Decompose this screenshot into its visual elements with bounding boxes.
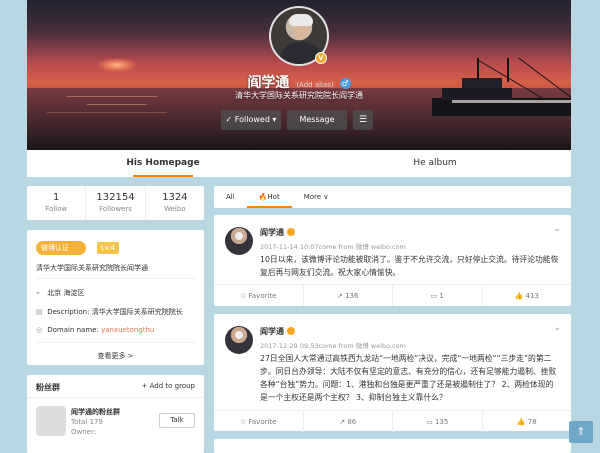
tab-his-homepage[interactable]: His Homepage bbox=[27, 150, 299, 177]
stat-follow[interactable]: 1 Follow bbox=[27, 186, 87, 220]
post-avatar[interactable] bbox=[225, 326, 253, 354]
filter-more[interactable]: More ∨ bbox=[292, 186, 341, 208]
profile-description: 清华大学国际关系研究院院长阎学通 bbox=[235, 91, 363, 100]
check-icon: ✓ bbox=[225, 115, 233, 124]
stat-label: Weibo bbox=[164, 205, 186, 213]
domain-label: Domain name: bbox=[47, 326, 99, 334]
cover-banner: V 阎学通 (Add alias) ♂ 清华大学国际关系研究院院长阎学通 ✓ F… bbox=[27, 0, 571, 150]
like-button[interactable]: 👍 413 bbox=[483, 285, 572, 306]
stat-label: Follow bbox=[45, 205, 68, 213]
post-meta: 2017-11-14 10:07come from 微博 weibo.com bbox=[260, 243, 406, 251]
verified-icon: V bbox=[315, 52, 327, 64]
group-avatar[interactable] bbox=[36, 406, 66, 436]
stat-weibo[interactable]: 1324 Weibo bbox=[146, 186, 204, 220]
verified-icon bbox=[287, 228, 295, 236]
info-card: 微博认证 Lv.4 清华大学国际关系研究院院长阎学通 ⌖ 北京 海淀区 ▤ De… bbox=[27, 230, 204, 365]
chevron-down-icon[interactable]: ⌄ bbox=[553, 323, 561, 333]
add-to-group-button[interactable]: + Add to group bbox=[142, 382, 195, 390]
post-meta: 2017-12-29 09:53come from 微博 weibo.com bbox=[260, 342, 406, 350]
stats-card: 1 Follow 132154 Followers 1324 Weibo bbox=[27, 186, 204, 220]
talk-button[interactable]: Talk bbox=[159, 413, 195, 428]
post-author[interactable]: 阎学通 bbox=[260, 227, 295, 238]
feed-filter-bar: All 🔥Hot More ∨ bbox=[214, 186, 571, 208]
location-icon: ⌖ bbox=[36, 289, 40, 297]
stat-value: 1324 bbox=[162, 192, 188, 203]
followed-label: Followed ▾ bbox=[234, 115, 277, 124]
group-total: Total 179 bbox=[71, 418, 103, 426]
menu-icon[interactable]: ☰ bbox=[353, 110, 373, 130]
add-alias-link[interactable]: (Add alias) bbox=[296, 81, 333, 89]
divider bbox=[36, 278, 196, 279]
divider bbox=[27, 397, 204, 398]
cover-sun bbox=[97, 58, 137, 72]
followed-button[interactable]: ✓ Followed ▾ bbox=[221, 110, 281, 130]
comment-button[interactable]: ▭ 135 bbox=[393, 411, 483, 432]
profile-tabs: His Homepage He album bbox=[27, 150, 571, 177]
profile-actions: ✓ Followed ▾ Message ☰ bbox=[221, 110, 373, 130]
post-avatar[interactable] bbox=[225, 227, 253, 255]
male-icon: ♂ bbox=[339, 78, 351, 89]
location-text: 北京 海淀区 bbox=[47, 289, 85, 297]
filter-all[interactable]: All bbox=[214, 186, 247, 208]
comment-button[interactable]: ▭ 1 bbox=[393, 285, 483, 306]
filter-hot-label: Hot bbox=[267, 193, 280, 201]
domain-row: ◎ Domain name: yanxuetongthu bbox=[36, 326, 154, 334]
domain-link[interactable]: yanxuetongthu bbox=[101, 326, 154, 334]
globe-icon: ◎ bbox=[36, 326, 43, 334]
stat-value: 132154 bbox=[96, 192, 135, 203]
group-owner: Owner: bbox=[71, 428, 97, 436]
message-button[interactable]: Message bbox=[287, 110, 347, 130]
verify-badge[interactable]: 微博认证 bbox=[36, 241, 86, 255]
weibo-post-partial bbox=[214, 439, 571, 453]
fans-group-card: 粉丝群 + Add to group 阎学通的粉丝群 Total 179 Own… bbox=[27, 375, 204, 453]
post-actions: ☆ Favorite ↗ 86 ▭ 135 👍 78 bbox=[214, 410, 571, 432]
post-actions: ☆ Favorite ↗ 136 ▭ 1 👍 413 bbox=[214, 284, 571, 306]
post-text: 10日以来，该微博评论功能被取消了。鉴于不允许交流，只好停止交流。待评论功能恢复… bbox=[260, 255, 559, 277]
see-more-link[interactable]: 查看更多 > bbox=[27, 351, 204, 361]
post-author-name: 阎学通 bbox=[260, 327, 284, 336]
tab-he-album[interactable]: He album bbox=[299, 150, 571, 177]
post-text: 27日全国人大常通过高铁西九龙站“一地两检”决议，完成“一地两检”“三步走”的第… bbox=[260, 354, 557, 402]
fans-group-title: 粉丝群 bbox=[36, 383, 60, 392]
description-icon: ▤ bbox=[36, 308, 43, 316]
back-to-top-button[interactable]: ⇑ bbox=[569, 421, 593, 443]
divider bbox=[36, 342, 196, 343]
description-label: Description: bbox=[47, 308, 90, 316]
stat-followers[interactable]: 132154 Followers bbox=[86, 186, 146, 220]
favorite-button[interactable]: ☆ Favorite bbox=[214, 411, 304, 432]
page: V 阎学通 (Add alias) ♂ 清华大学国际关系研究院院长阎学通 ✓ F… bbox=[27, 0, 571, 453]
post-author[interactable]: 阎学通 bbox=[260, 326, 295, 337]
filter-hot[interactable]: 🔥Hot bbox=[246, 186, 292, 208]
verified-icon bbox=[287, 327, 295, 335]
stat-label: Followers bbox=[99, 205, 132, 213]
chevron-down-icon[interactable]: ⌄ bbox=[553, 224, 561, 234]
profile-name: 阎学通 bbox=[247, 75, 290, 91]
weibo-post: 阎学通 ⌄ 2017-12-29 09:53come from 微博 weibo… bbox=[214, 314, 571, 432]
verify-text: 清华大学国际关系研究院院长阎学通 bbox=[36, 264, 148, 272]
profile-name-row: 阎学通 (Add alias) ♂ bbox=[27, 72, 571, 92]
weibo-post: 阎学通 ⌄ 2017-11-14 10:07come from 微博 weibo… bbox=[214, 215, 571, 306]
description-row: ▤ Description: 清华大学国际关系研究院院长 bbox=[36, 307, 183, 317]
stat-value: 1 bbox=[52, 192, 60, 203]
description-text: 清华大学国际关系研究院院长 bbox=[91, 308, 183, 316]
favorite-button[interactable]: ☆ Favorite bbox=[214, 285, 304, 306]
repost-button[interactable]: ↗ 86 bbox=[304, 411, 393, 432]
like-button[interactable]: 👍 78 bbox=[483, 411, 572, 432]
repost-button[interactable]: ↗ 136 bbox=[304, 285, 393, 306]
group-name[interactable]: 阎学通的粉丝群 bbox=[71, 407, 120, 417]
level-badge[interactable]: Lv.4 bbox=[97, 242, 119, 254]
location-row: ⌖ 北京 海淀区 bbox=[36, 288, 84, 298]
post-author-name: 阎学通 bbox=[260, 228, 284, 237]
